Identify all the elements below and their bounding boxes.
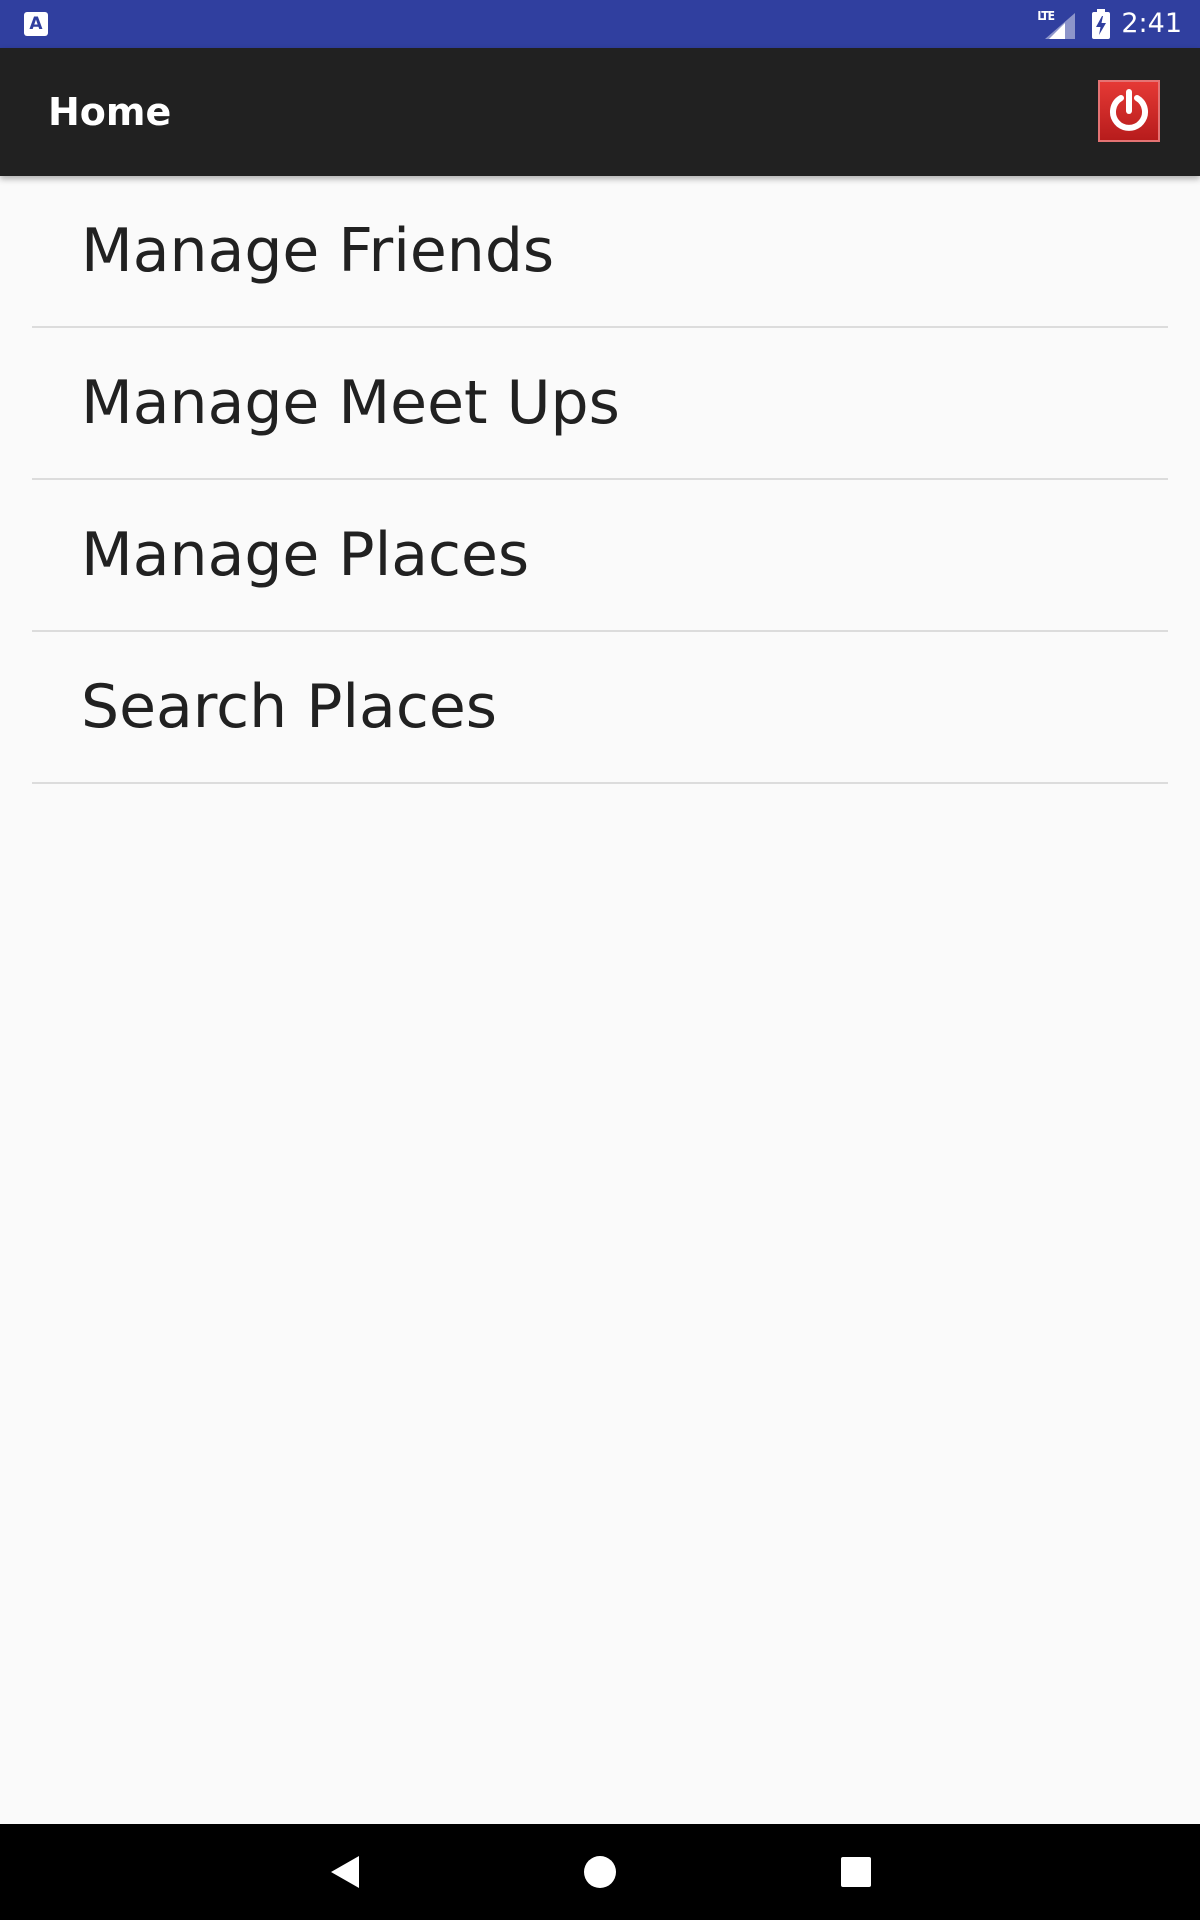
home-icon bbox=[584, 1856, 616, 1888]
signal-strength-icon bbox=[1045, 13, 1076, 39]
menu-item-manage-meet-ups[interactable]: Manage Meet Ups bbox=[32, 328, 1168, 480]
battery-charging-icon bbox=[1092, 9, 1111, 39]
recents-button[interactable] bbox=[808, 1824, 904, 1920]
page-title: Home bbox=[48, 90, 172, 134]
system-navigation-bar bbox=[0, 1824, 1200, 1920]
power-icon bbox=[1110, 89, 1148, 131]
menu-list: Manage Friends Manage Meet Ups Manage Pl… bbox=[32, 176, 1168, 784]
menu-item-manage-places[interactable]: Manage Places bbox=[32, 480, 1168, 632]
logout-button[interactable] bbox=[1098, 80, 1160, 142]
back-button[interactable] bbox=[296, 1824, 392, 1920]
menu-item-label: Manage Friends bbox=[81, 216, 555, 286]
menu-item-label: Manage Places bbox=[81, 520, 530, 590]
app-notification-icon: A bbox=[24, 12, 48, 36]
status-indicators: LTE 2:41 bbox=[1037, 0, 1182, 48]
app-bar: Home bbox=[0, 48, 1200, 176]
home-button[interactable] bbox=[552, 1824, 648, 1920]
back-icon bbox=[331, 1856, 359, 1888]
menu-item-label: Search Places bbox=[81, 672, 497, 742]
clock: 2:41 bbox=[1121, 8, 1182, 39]
signal-icon: LTE bbox=[1037, 9, 1077, 39]
status-bar: A LTE 2:41 bbox=[0, 0, 1200, 48]
recents-icon bbox=[841, 1857, 871, 1887]
menu-item-manage-friends[interactable]: Manage Friends bbox=[32, 176, 1168, 328]
menu-item-label: Manage Meet Ups bbox=[81, 368, 620, 438]
menu-item-search-places[interactable]: Search Places bbox=[32, 632, 1168, 784]
